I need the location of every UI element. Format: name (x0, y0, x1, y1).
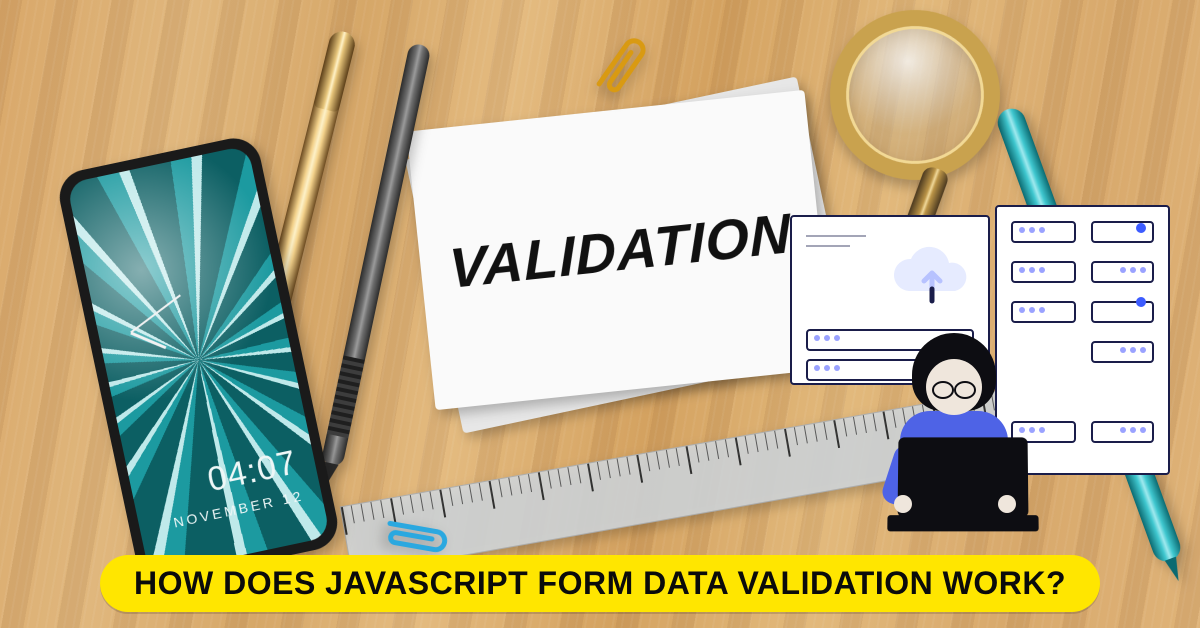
card-heading: VALIDATION (448, 199, 792, 300)
clock-minute-hand-icon (130, 294, 181, 333)
cloud-upload-icon (887, 243, 977, 313)
person-at-laptop-icon (840, 325, 1030, 525)
paper-card-front: VALIDATION (406, 90, 833, 410)
dashboard-illustration (780, 205, 1180, 525)
caption-banner: HOW DOES JAVASCRIPT FORM DATA VALIDATION… (100, 555, 1100, 612)
clock-hour-hand-icon (130, 332, 166, 350)
